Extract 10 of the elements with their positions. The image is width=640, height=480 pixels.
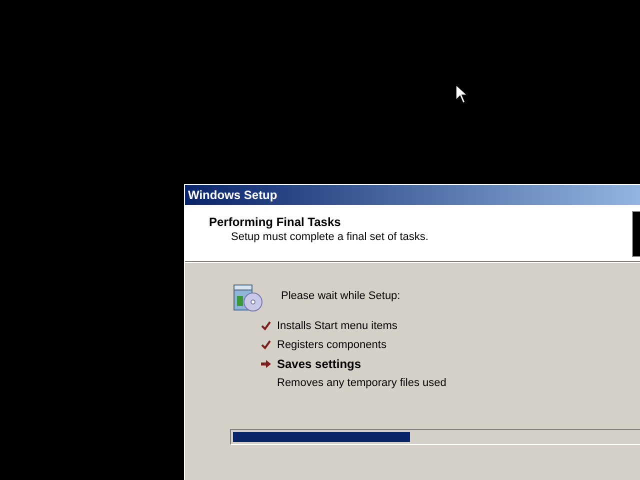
task-label: Removes any temporary files used xyxy=(277,377,446,389)
header-subtitle: Setup must complete a final set of tasks. xyxy=(230,231,430,243)
header-title: Performing Final Tasks xyxy=(209,215,342,229)
mouse-pointer-icon xyxy=(456,85,467,103)
task-label: Saves settings xyxy=(277,357,362,371)
setup-box-icon xyxy=(231,282,263,314)
intro-text: Please wait while Setup: xyxy=(281,290,402,302)
window-title: Windows Setup xyxy=(185,185,640,205)
task-label: Registers components xyxy=(277,339,386,351)
task-label: Installs Start menu items xyxy=(277,320,398,332)
